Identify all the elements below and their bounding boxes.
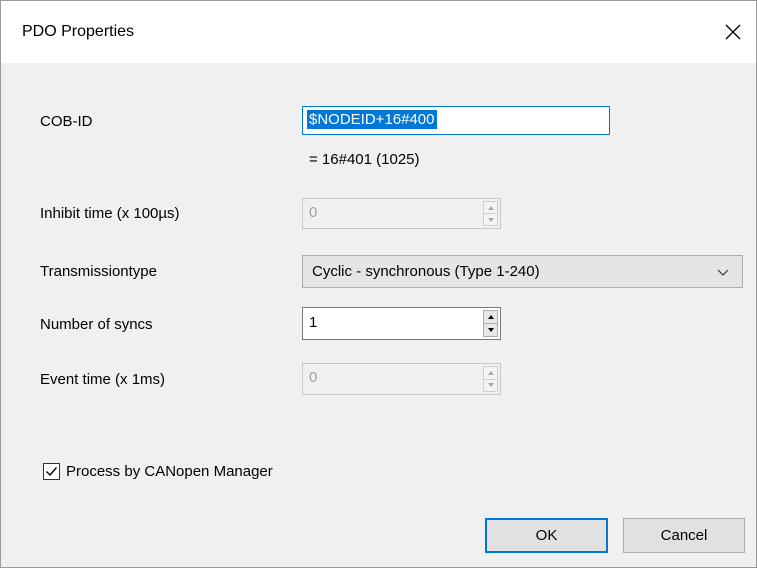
chevron-down-icon	[717, 269, 729, 276]
ok-button[interactable]: OK	[485, 518, 608, 553]
spin-up-icon	[487, 315, 494, 319]
number-of-syncs-up-button[interactable]	[483, 310, 498, 323]
inhibit-time-up-button[interactable]	[483, 201, 498, 213]
spin-down-icon	[487, 217, 494, 222]
cancel-button[interactable]: Cancel	[623, 518, 745, 553]
event-time-up-button[interactable]	[483, 366, 498, 379]
spin-up-icon	[487, 205, 494, 210]
process-by-canopen-manager-label[interactable]: Process by CANopen Manager	[66, 463, 273, 480]
pdo-properties-dialog: PDO Properties COB-ID $NODEID+16#400 = 1…	[0, 0, 757, 568]
transmission-type-select[interactable]: Cyclic - synchronous (Type 1-240)	[302, 255, 743, 288]
transmission-type-value: Cyclic - synchronous (Type 1-240)	[312, 263, 540, 280]
inhibit-time-down-button[interactable]	[483, 213, 498, 226]
cob-id-input[interactable]: $NODEID+16#400	[302, 106, 610, 135]
event-time-label: Event time (x 1ms)	[40, 371, 166, 388]
close-button[interactable]	[710, 1, 756, 63]
spin-down-icon	[487, 383, 494, 388]
transmission-type-label: Transmissiontype	[40, 263, 157, 280]
event-time-spinner[interactable]: 0	[302, 363, 501, 395]
cob-id-value: $NODEID+16#400	[307, 110, 437, 129]
process-by-canopen-manager-checkbox[interactable]	[43, 463, 60, 480]
event-time-down-button[interactable]	[483, 378, 498, 392]
spin-down-icon	[487, 328, 494, 332]
number-of-syncs-label: Number of syncs	[40, 316, 153, 333]
close-icon	[725, 24, 741, 40]
cob-id-computed-value: = 16#401 (1025)	[309, 151, 420, 168]
number-of-syncs-value: 1	[309, 314, 318, 331]
event-time-value: 0	[309, 369, 318, 386]
spin-up-icon	[487, 370, 494, 375]
title-bar: PDO Properties	[1, 1, 756, 63]
inhibit-time-spinner[interactable]: 0	[302, 198, 501, 229]
dialog-title: PDO Properties	[22, 23, 135, 40]
cob-id-label: COB-ID	[40, 113, 93, 130]
number-of-syncs-spinner[interactable]: 1	[302, 307, 501, 340]
number-of-syncs-down-button[interactable]	[483, 323, 498, 337]
inhibit-time-value: 0	[309, 204, 318, 221]
inhibit-time-label: Inhibit time (x 100µs)	[40, 205, 180, 222]
checkmark-icon	[46, 467, 58, 477]
